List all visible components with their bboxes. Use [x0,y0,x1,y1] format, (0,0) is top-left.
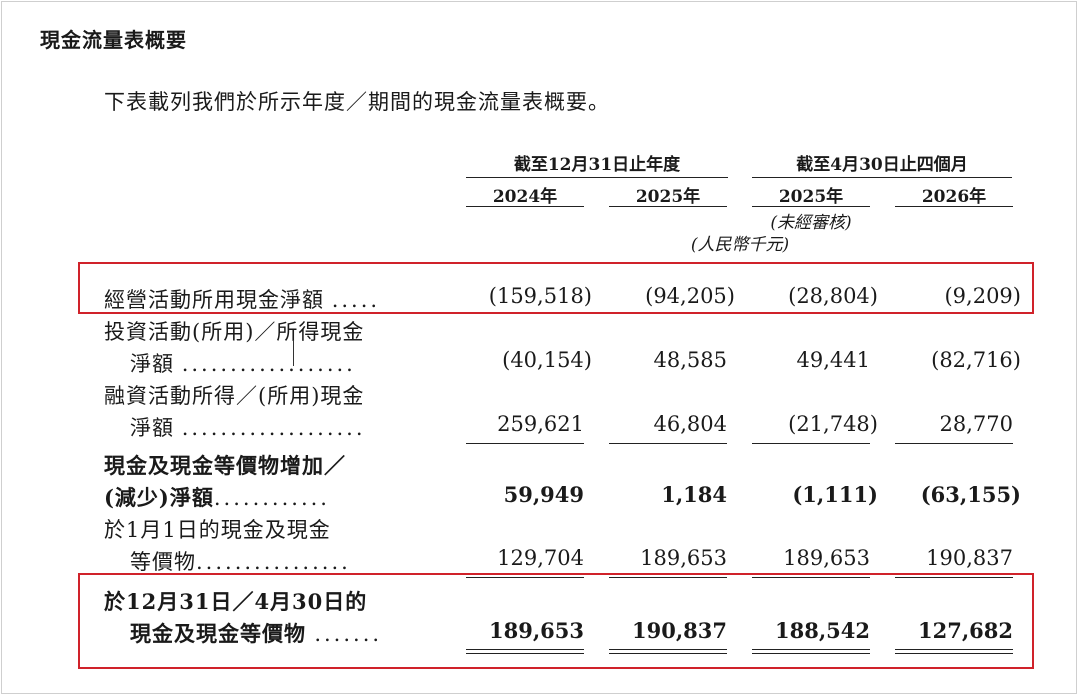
row-label-net-change-cont: (減少)淨額............ [104,485,330,510]
row-investing-2026: (82,716) [931,348,1021,372]
section-title: 現金流量表概要 [40,28,187,52]
row-label-investing: 投資活動(所用)／所得現金 [104,320,365,344]
row-label-opening-balance: 於1月1日的現金及現金 [104,518,331,542]
header-col-rule [466,206,584,207]
row-label-net-change: 現金及現金等價物增加／ [104,453,346,478]
row-financing-2024: 259,621 [497,412,584,436]
row-opening-2024: 129,704 [497,546,584,570]
header-col-2026: 2026年 [921,187,987,207]
row-financing-2025-period: (21,748) [788,412,878,436]
row-financing-2025: 46,804 [653,412,727,436]
row-financing-2026: 28,770 [939,412,1013,436]
subtotal-rule [752,443,870,444]
subtotal-rule [466,443,584,444]
header-group-year-rule [466,177,728,178]
row-investing-2025: 48,585 [653,348,727,372]
highlight-box-closing-balance [78,573,1034,669]
row-label-financing-cont: 淨額 ................... [130,416,366,440]
intro-text: 下表載列我們於所示年度／期間的現金流量表概要。 [104,90,610,114]
header-col-2025-period: 2025年 [778,187,844,207]
row-net-change-2025-period: (1,111) [792,482,878,507]
row-label-investing-cont: 淨額 .................. [130,352,356,376]
header-group-four-months: 截至4月30日止四個月 [796,155,968,175]
header-col-rule [752,206,870,207]
text-cursor [293,340,294,366]
row-opening-2026: 190,837 [926,546,1013,570]
row-opening-2025-period: 189,653 [783,546,870,570]
subtotal-rule [609,443,727,444]
header-col-2024: 2024年 [492,187,558,207]
header-col-rule [609,206,727,207]
highlight-box-operating [78,262,1034,314]
row-label-financing: 融資活動所得／(所用)現金 [104,384,365,408]
row-label-opening-balance-cont: 等價物................ [130,550,351,574]
row-net-change-2025: 1,184 [661,482,727,507]
subtotal-rule [895,443,1013,444]
header-group-four-months-rule [752,177,1012,178]
currency-unit-note: (人民幣千元) [690,235,790,255]
header-col-2025: 2025年 [635,187,701,207]
row-opening-2025: 189,653 [640,546,727,570]
row-investing-2025-period: 49,441 [796,348,870,372]
header-col-rule [895,206,1013,207]
header-group-year: 截至12月31日止年度 [513,155,681,175]
row-net-change-2026: (63,155) [920,482,1021,507]
row-net-change-2024: 59,949 [503,482,584,507]
row-investing-2024: (40,154) [502,348,592,372]
